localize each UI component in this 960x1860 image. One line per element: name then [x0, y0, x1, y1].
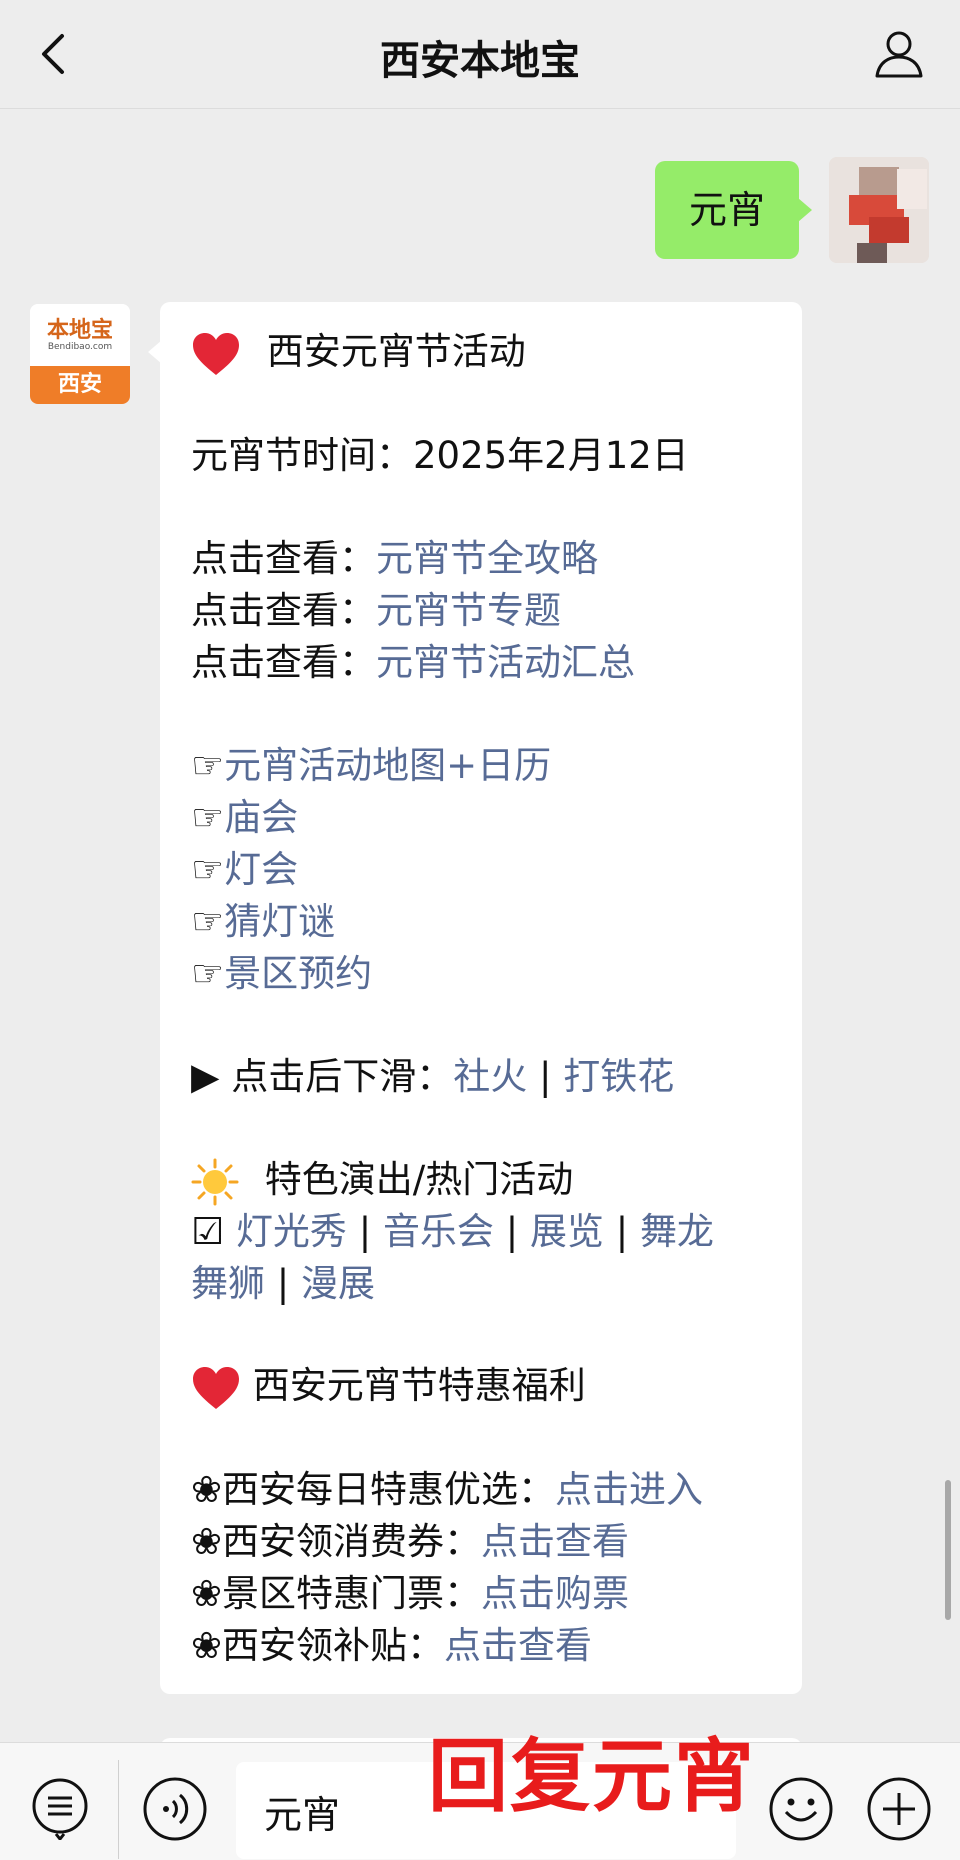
emoji-icon[interactable] [768, 1776, 834, 1842]
benefits-title: 西安元宵节特惠福利 [252, 1364, 586, 1407]
link-daily-deals[interactable]: 点击进入 [555, 1468, 703, 1511]
hand-pointing-icon: ☞ [191, 848, 225, 891]
shows-title: 特色演出/热门活动 [264, 1158, 574, 1201]
link-concert[interactable]: 音乐会 [383, 1210, 494, 1253]
heart-icon [193, 1366, 239, 1409]
link-event-summary[interactable]: 元宵节活动汇总 [376, 641, 635, 684]
chat-title: 西安本地宝 [380, 38, 580, 84]
avatar-logo-text: 本地宝 [46, 318, 113, 343]
benefit-prefix: ❀景区特惠门票： [191, 1572, 482, 1615]
separator: | [358, 1210, 372, 1253]
link-lantern-show[interactable]: 灯会 [224, 848, 298, 891]
view-prefix: 点击查看： [191, 537, 376, 580]
benefit-prefix: ❀西安领消费券： [191, 1520, 482, 1563]
link-exhibition[interactable]: 展览 [530, 1210, 604, 1253]
date-line: 元宵节时间：2025年2月12日 [191, 434, 689, 477]
link-shehuo[interactable]: 社火 [453, 1055, 527, 1098]
benefit-prefix: ❀西安每日特惠优选： [191, 1468, 556, 1511]
heart-icon [193, 332, 239, 375]
benefit-prefix: ❀西安领补贴： [191, 1624, 445, 1667]
reply-title-line: 西安元宵节活动 [191, 326, 526, 378]
plus-icon[interactable] [866, 1776, 932, 1842]
link-scenic-booking[interactable]: 景区预约 [224, 952, 372, 995]
link-lantern-riddles[interactable]: 猜灯谜 [224, 900, 335, 943]
reply-bubble-tail [148, 340, 162, 364]
link-coupons[interactable]: 点击查看 [481, 1520, 629, 1563]
view-line: 点击查看：元宵节专题 [191, 585, 561, 637]
link-special-topic[interactable]: 元宵节专题 [376, 589, 561, 632]
benefit-item: ❀西安领消费券：点击查看 [191, 1516, 629, 1568]
link-comic-expo[interactable]: 漫展 [301, 1262, 375, 1305]
separator: | [505, 1210, 519, 1253]
link-subsidies[interactable]: 点击查看 [444, 1624, 592, 1667]
benefit-item: ❀景区特惠门票：点击购票 [191, 1568, 629, 1620]
hand-link-item: ☞猜灯谜 [191, 896, 335, 948]
hand-link-item: ☞灯会 [191, 844, 298, 896]
reply-instruction-overlay: 回复元宵 [428, 1730, 756, 1823]
scroll-line: ▶ 点击后下滑：社火 | 打铁花 [191, 1051, 674, 1103]
hand-link-item: ☞庙会 [191, 792, 298, 844]
benefit-item: ❀西安领补贴：点击查看 [191, 1620, 592, 1672]
scrollbar[interactable] [945, 1480, 951, 1620]
view-prefix: 点击查看： [191, 641, 376, 684]
link-full-guide[interactable]: 元宵节全攻略 [376, 537, 598, 580]
benefits-title-line: 西安元宵节特惠福利 [191, 1360, 586, 1412]
menu-icon[interactable] [28, 1776, 92, 1840]
link-buy-tickets[interactable]: 点击购票 [481, 1572, 629, 1615]
link-temple-fair[interactable]: 庙会 [224, 796, 298, 839]
sun-icon [191, 1158, 239, 1205]
scroll-prefix: ▶ 点击后下滑： [191, 1055, 454, 1098]
view-prefix: 点击查看： [191, 589, 376, 632]
shows-links-line: ☑ 灯光秀 | 音乐会 | 展览 | 舞龙 [191, 1206, 714, 1258]
shows-links-line: 舞狮 | 漫展 [191, 1258, 375, 1310]
chat-header: 西安本地宝 [0, 0, 960, 109]
benefit-item: ❀西安每日特惠优选：点击进入 [191, 1464, 703, 1516]
separator: | [276, 1262, 290, 1305]
avatar-city: 西安 [30, 366, 130, 404]
avatar-logo-sub: Bendibao.com [47, 342, 113, 352]
sent-message-bubble[interactable]: 元宵 [655, 161, 799, 259]
reply-title: 西安元宵节活动 [266, 330, 526, 373]
sent-bubble-tail [798, 198, 812, 222]
link-iron-flower[interactable]: 打铁花 [563, 1055, 674, 1098]
link-lion-dance[interactable]: 舞狮 [191, 1262, 265, 1305]
checkbox-icon: ☑ [191, 1210, 225, 1253]
view-line: 点击查看：元宵节全攻略 [191, 533, 598, 585]
voice-icon[interactable] [142, 1776, 208, 1842]
separator: | [615, 1210, 629, 1253]
official-account-avatar[interactable]: 本地宝 Bendibao.com 西安 [30, 304, 130, 404]
link-light-show[interactable]: 灯光秀 [236, 1210, 347, 1253]
link-map-calendar[interactable]: 元宵活动地图+日历 [224, 744, 551, 787]
shows-title-line: 特色演出/热门活动 [191, 1154, 573, 1206]
link-dragon-dance[interactable]: 舞龙 [640, 1210, 714, 1253]
hand-pointing-icon: ☞ [191, 952, 225, 995]
message-input-value: 元宵 [264, 1793, 341, 1837]
hand-link-item: ☞元宵活动地图+日历 [191, 740, 551, 792]
view-line: 点击查看：元宵节活动汇总 [191, 637, 635, 689]
hand-link-item: ☞景区预约 [191, 948, 372, 1000]
hand-pointing-icon: ☞ [191, 900, 225, 943]
hand-pointing-icon: ☞ [191, 744, 225, 787]
my-avatar[interactable] [829, 157, 929, 263]
toolbar-divider [118, 1760, 119, 1859]
separator: | [538, 1055, 552, 1098]
profile-icon[interactable] [872, 26, 926, 80]
hand-pointing-icon: ☞ [191, 796, 225, 839]
